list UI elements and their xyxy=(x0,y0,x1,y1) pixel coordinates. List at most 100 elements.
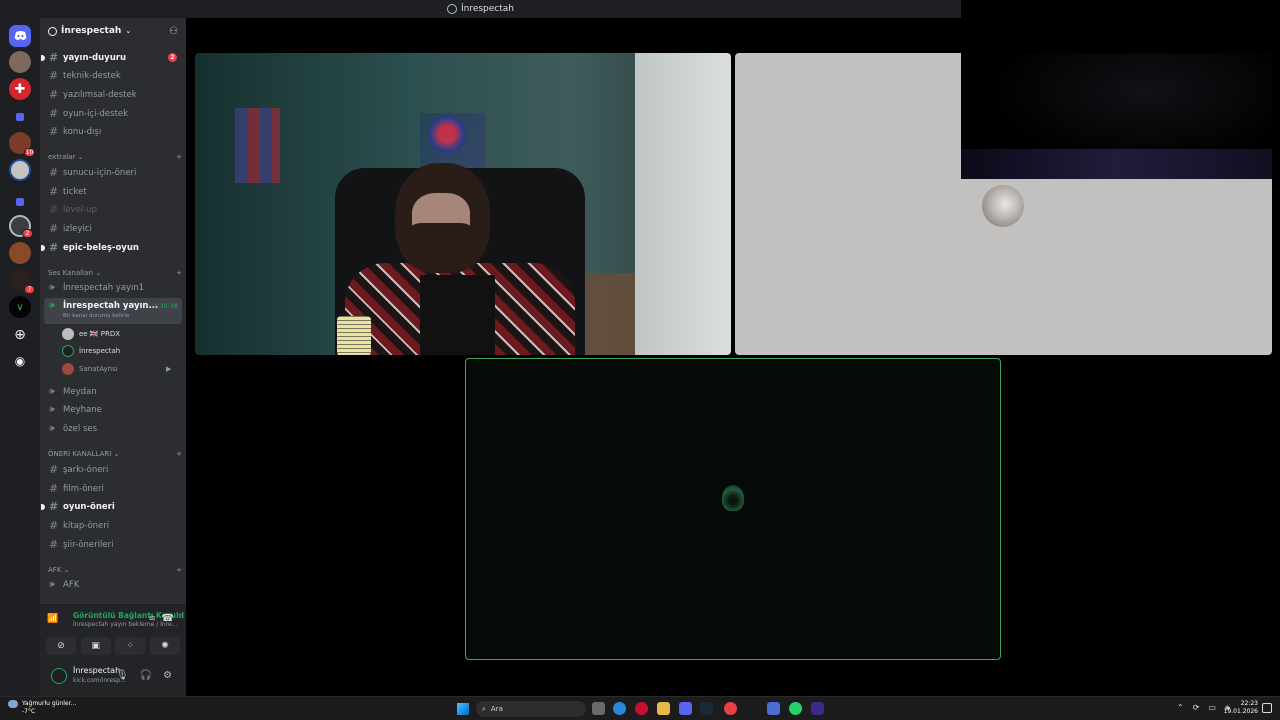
discord-taskbar-icon[interactable] xyxy=(679,702,692,715)
channel-epic-beles-oyun[interactable]: # epic-beleş-oyun xyxy=(41,239,182,256)
steam-icon[interactable] xyxy=(700,702,713,715)
noise-suppression-icon[interactable]: ≋ xyxy=(148,614,156,624)
folder-icon[interactable] xyxy=(9,191,31,213)
gear-icon[interactable]: ⚙ xyxy=(163,670,172,681)
chevron-up-icon[interactable]: ⌃ xyxy=(1177,703,1184,713)
unread-indicator xyxy=(41,244,45,251)
taskbar-search[interactable]: ⌕ Ara xyxy=(476,701,586,717)
category-afk[interactable]: AFK ⌄ + xyxy=(48,566,182,574)
screen-share-button[interactable]: ▣ xyxy=(80,637,111,655)
video-grid xyxy=(186,18,1280,696)
server-avatar[interactable] xyxy=(9,159,31,181)
add-channel-icon[interactable]: + xyxy=(176,269,182,277)
notification-icon[interactable] xyxy=(1262,703,1272,713)
voice-channel-yayin1[interactable]: 🕪 İnrespectah yayın1 xyxy=(44,279,182,296)
edge-icon[interactable] xyxy=(613,702,626,715)
channel-izleyici[interactable]: # izleyici xyxy=(44,220,182,237)
shared-screen-dark-region xyxy=(961,53,1272,179)
category-oneri-kanallari[interactable]: ÖNERİ KANALLARI ⌄ + xyxy=(48,450,182,458)
channel-sidebar: İnrespectah ⌄ ⚇ # yayın-duyuru 2 # teknik-d… xyxy=(40,18,186,696)
add-channel-icon[interactable]: + xyxy=(176,450,182,458)
channel-level-up[interactable]: # level-up xyxy=(44,201,182,218)
channel-sunucu-icin-oneri[interactable]: # sunucu-için-öneri xyxy=(44,164,182,181)
channel-yazilimsal-destek[interactable]: # yazılımsal-destek xyxy=(44,86,182,103)
hash-icon: # xyxy=(49,538,59,551)
file-explorer-icon[interactable] xyxy=(657,702,670,715)
channel-film-oneri[interactable]: # film-öneri xyxy=(44,480,182,497)
voice-user[interactable]: ee 🇬🇧 PRDX xyxy=(62,326,120,342)
speaking-user-tile[interactable] xyxy=(465,358,1001,660)
window-title: İnrespectah xyxy=(460,4,515,14)
weather-widget[interactable]: Yağmurlu günler... -7°C xyxy=(8,700,76,716)
server-avatar[interactable] xyxy=(9,51,31,73)
channel-kitap-oneri[interactable]: # kitap-öneri xyxy=(44,517,182,534)
avatar xyxy=(722,485,744,511)
task-view-icon[interactable] xyxy=(592,702,605,715)
channel-status[interactable]: Bir kanal durumu belirle xyxy=(63,313,129,319)
avatar xyxy=(62,328,74,340)
server-avatar[interactable]: 7 xyxy=(9,269,35,294)
guild-header[interactable]: İnrespectah ⌄ ⚇ xyxy=(40,18,186,44)
person-tee xyxy=(420,275,495,355)
channel-yayin-duyuru[interactable]: # yayın-duyuru 2 xyxy=(41,49,182,66)
screen-share-tile[interactable] xyxy=(735,53,1272,355)
network-icon[interactable]: ▭ xyxy=(1208,703,1216,713)
channel-oyun-oneri[interactable]: # oyun-öneri xyxy=(41,498,182,515)
windows-start-icon[interactable] xyxy=(457,703,469,715)
channel-konu-disi[interactable]: # konu-dışı xyxy=(44,123,182,140)
hash-icon: # xyxy=(49,222,59,235)
camera-off-button[interactable]: ⊘ xyxy=(46,637,76,655)
discord-home-icon[interactable] xyxy=(9,25,31,47)
background-poster xyxy=(235,108,280,183)
server-icon xyxy=(446,4,457,14)
voice-channel-meydan[interactable]: 🕪 Meydan xyxy=(44,383,182,400)
voice-channel-afk[interactable]: 🕪 AFK xyxy=(44,576,182,593)
soundboard-button[interactable]: ✺ xyxy=(149,637,180,655)
category-extralar[interactable]: extralar ⌄ + xyxy=(48,153,182,161)
add-member-icon[interactable]: ⚇ xyxy=(169,26,178,37)
server-avatar[interactable]: 10 xyxy=(9,132,35,157)
app-icon[interactable] xyxy=(767,702,780,715)
channel-oyun-ici-destek[interactable]: # oyun-içi-destek xyxy=(44,105,182,122)
voice-user[interactable]: İnrespectah xyxy=(62,343,120,359)
channel-ticket[interactable]: # ticket xyxy=(44,183,182,200)
add-channel-icon[interactable]: + xyxy=(176,153,182,161)
avatar[interactable] xyxy=(51,668,67,684)
rain-cloud-icon xyxy=(8,700,18,708)
voice-connection-panel: 📶 Görüntülü Bağlantı Kuruld İnrespectah … xyxy=(40,604,186,660)
voice-channel-active[interactable]: 🕪 İnrespectah yayın... 2:30:38 Bir kanal… xyxy=(44,298,182,324)
webcam-tile[interactable] xyxy=(195,53,731,355)
server-avatar[interactable]: 2 xyxy=(9,215,33,238)
headphones-icon[interactable]: 🎧 xyxy=(140,670,152,681)
server-avatar[interactable]: ✚ xyxy=(9,78,31,100)
microphone-icon[interactable]: 🎙 xyxy=(116,670,129,681)
activities-button[interactable]: ⁘ xyxy=(115,637,146,655)
server-avatar[interactable] xyxy=(9,242,31,264)
server-avatar[interactable]: ∨ xyxy=(9,296,31,318)
sync-icon[interactable]: ⟳ xyxy=(1193,703,1200,713)
whatsapp-icon[interactable] xyxy=(789,702,802,715)
app-icon[interactable] xyxy=(811,702,824,715)
opera-icon[interactable] xyxy=(635,702,648,715)
app-icon[interactable] xyxy=(724,702,737,715)
add-channel-icon[interactable]: + xyxy=(176,566,182,574)
channel-sarki-oneri[interactable]: # şarkı-öneri xyxy=(44,461,182,478)
username[interactable]: İnrespectah xyxy=(73,666,120,675)
folder-icon[interactable] xyxy=(9,106,31,128)
voice-channel-meyhane[interactable]: 🕪 Meyhane xyxy=(44,401,182,418)
voice-user[interactable]: SanatAynsı ▶ xyxy=(62,361,171,377)
voice-channel-ozel-ses[interactable]: 🕪 özel ses xyxy=(44,420,182,437)
system-tray: ⌃ ⟳ ▭ 🕪 xyxy=(1177,703,1230,713)
disconnect-icon[interactable]: ☎ xyxy=(162,613,174,624)
channel-teknik-destek[interactable]: # teknik-destek xyxy=(44,67,182,84)
cup xyxy=(337,316,371,355)
category-ses-kanallari[interactable]: Ses Kanalları ⌄ + xyxy=(48,269,182,277)
window-title-bar: İnrespectah xyxy=(0,0,961,18)
hash-icon: # xyxy=(49,69,59,82)
screen-share-icon: ▣ xyxy=(91,641,100,651)
channel-siir-onerileri[interactable]: # şiir-önerileri xyxy=(44,536,182,553)
speaker-icon: 🕪 xyxy=(49,301,55,311)
clock[interactable]: 22:23 19.01.2026 xyxy=(1224,700,1258,716)
explore-icon[interactable]: ◉ xyxy=(9,350,31,372)
add-server-icon[interactable]: ⊕ xyxy=(9,324,31,346)
